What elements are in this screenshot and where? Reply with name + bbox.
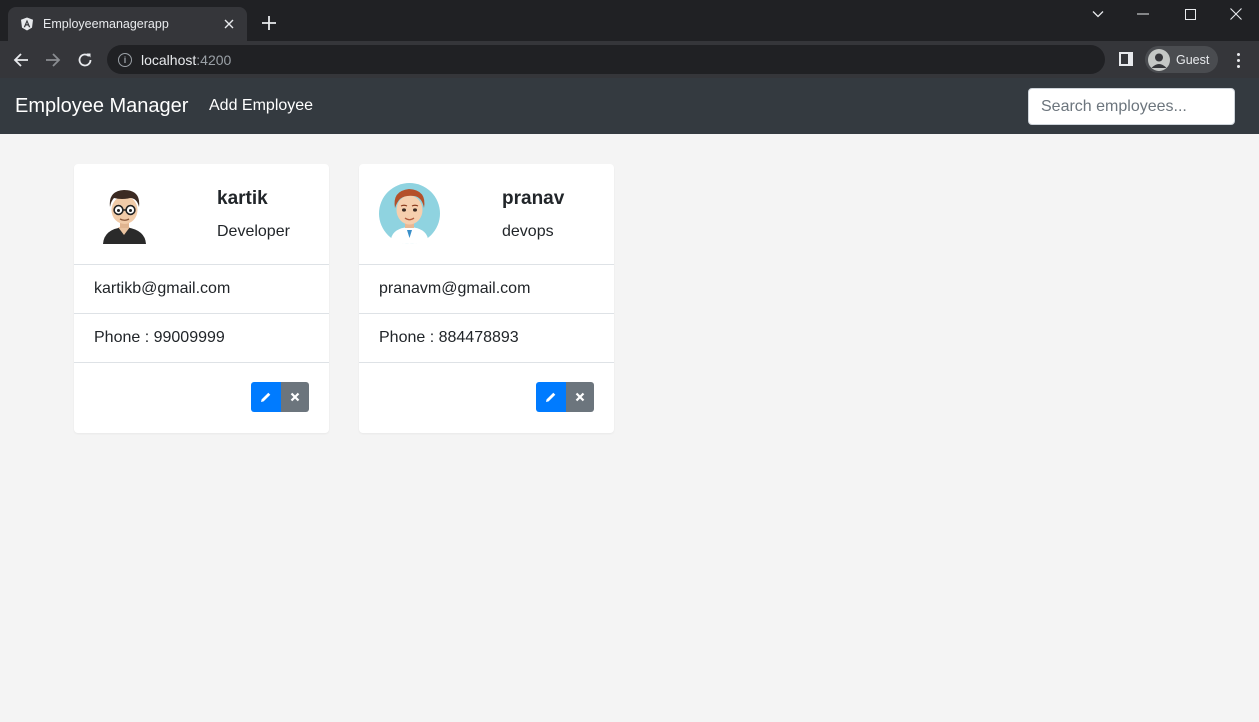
browser-menu-icon[interactable] [1230, 50, 1246, 70]
browser-tab[interactable]: Employeemanagerapp [8, 7, 247, 41]
card-actions [251, 382, 309, 412]
minimize-icon[interactable] [1131, 4, 1155, 24]
card-actions [536, 382, 594, 412]
side-panel-icon[interactable] [1119, 52, 1133, 66]
profile-button[interactable]: Guest [1145, 46, 1218, 73]
edit-employee-button[interactable] [536, 382, 566, 412]
pencil-icon [261, 392, 271, 402]
delete-employee-button[interactable] [566, 382, 594, 412]
employee-phone: Phone : 884478893 [359, 314, 614, 363]
forward-arrow-icon[interactable] [41, 48, 65, 72]
employee-name: pranav [502, 188, 565, 209]
brand-link[interactable]: Employee Manager [15, 95, 188, 118]
browser-titlebar: Employeemanagerapp [0, 0, 1259, 41]
employee-email: kartikb@gmail.com [74, 265, 329, 314]
delete-employee-button[interactable] [281, 382, 309, 412]
reload-icon[interactable] [73, 48, 97, 72]
employee-email: pranavm@gmail.com [359, 265, 614, 314]
employee-avatar [103, 190, 146, 244]
add-employee-link[interactable]: Add Employee [209, 97, 313, 115]
pencil-icon [546, 392, 556, 402]
tab-title: Employeemanagerapp [43, 17, 169, 31]
angular-favicon-icon [20, 17, 34, 31]
browser-toolbar: i localhost:4200 Guest [0, 41, 1259, 78]
url-port: :4200 [196, 51, 232, 68]
close-window-icon[interactable] [1224, 4, 1248, 24]
profile-label: Guest [1176, 52, 1210, 67]
tab-search-chevron-icon[interactable] [1086, 4, 1110, 24]
back-arrow-icon[interactable] [9, 48, 33, 72]
card-header: kartik Developer [74, 164, 329, 265]
address-bar[interactable]: i localhost:4200 [107, 45, 1105, 74]
edit-employee-button[interactable] [251, 382, 281, 412]
maximize-icon[interactable] [1178, 4, 1202, 24]
close-icon [575, 392, 585, 402]
app-navbar: Employee Manager Add Employee [0, 78, 1259, 134]
new-tab-button[interactable] [258, 12, 280, 34]
guest-avatar-icon [1148, 48, 1170, 71]
employee-card: kartik Developer kartikb@gmail.com Phone… [74, 164, 329, 433]
employee-job-title: devops [502, 223, 554, 240]
employee-phone: Phone : 99009999 [74, 314, 329, 363]
close-icon [290, 392, 300, 402]
employee-avatar [379, 183, 440, 244]
card-header: pranav devops [359, 164, 614, 265]
tab-close-icon[interactable] [221, 16, 237, 32]
search-input[interactable] [1028, 88, 1235, 125]
site-info-icon[interactable]: i [118, 52, 132, 67]
employee-name: kartik [217, 188, 268, 209]
url-host: localhost [141, 51, 197, 68]
employee-card: pranav devops pranavm@gmail.com Phone : … [359, 164, 614, 433]
employee-job-title: Developer [217, 223, 290, 240]
